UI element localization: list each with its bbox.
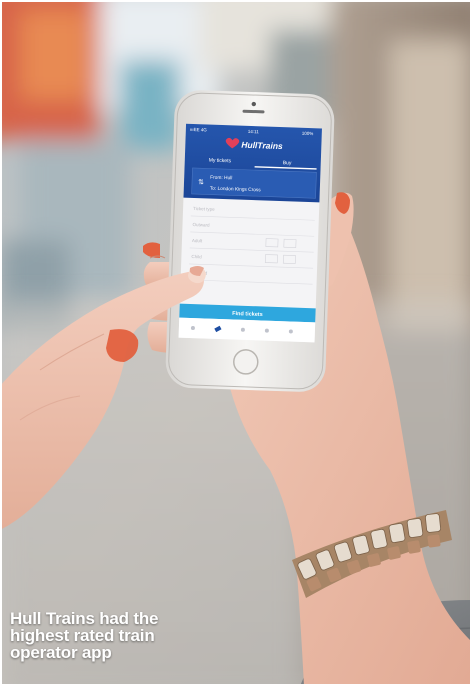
photo-caption: Hull Trains had the highest rated train … <box>10 610 270 661</box>
swap-icon: ⇅ <box>198 178 204 186</box>
home-button <box>233 349 259 375</box>
svg-text:Find tickets: Find tickets <box>232 311 263 318</box>
tab-buy: Buy <box>283 160 292 166</box>
svg-text:ıııEE 4G: ıııEE 4G <box>190 127 208 133</box>
caption-line: Hull Trains had the <box>10 609 159 628</box>
svg-text:Outward: Outward <box>192 222 210 228</box>
photo: ıııEE 4G 14:11 100% HullTrains My ticket… <box>0 0 472 686</box>
svg-text:14:11: 14:11 <box>248 129 260 134</box>
caption-line: highest rated train <box>10 626 155 645</box>
svg-text:Child: Child <box>191 254 202 259</box>
smartphone: ıııEE 4G 14:11 100% HullTrains My ticket… <box>165 90 335 392</box>
brand-logo-text: HullTrains <box>241 140 283 151</box>
photo-scene: ıııEE 4G 14:11 100% HullTrains My ticket… <box>0 0 472 686</box>
svg-text:Adult: Adult <box>192 238 203 243</box>
svg-text:100%: 100% <box>302 131 314 136</box>
svg-text:Ticket type: Ticket type <box>193 206 215 212</box>
caption-line: operator app <box>10 643 112 662</box>
tab-my-tickets: My tickets <box>209 158 232 165</box>
journey-from: From: Hull <box>210 175 232 182</box>
